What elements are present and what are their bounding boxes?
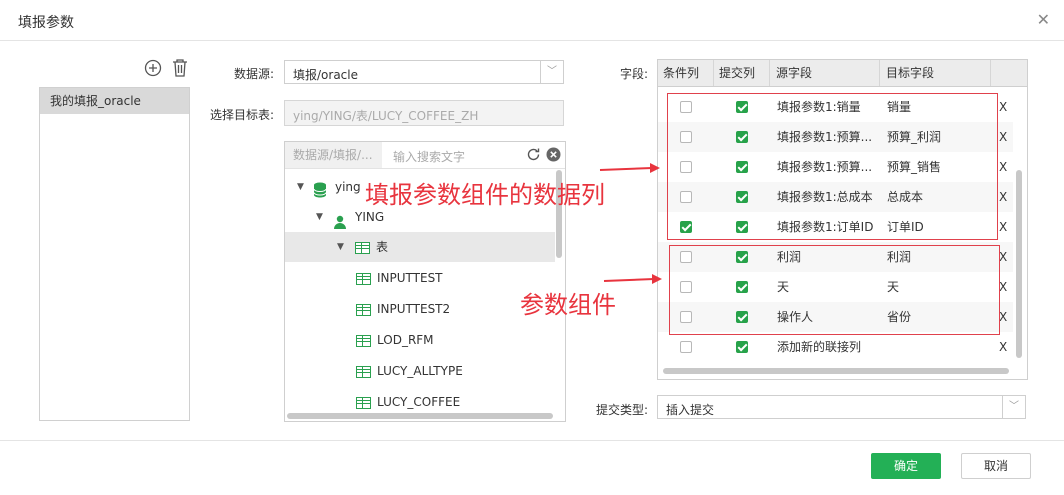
target-field-cell[interactable] [887,332,987,362]
arrow-icon [599,163,660,173]
clear-search-icon[interactable] [546,147,561,165]
submit-type-select[interactable]: 插入提交 ﹀ [657,395,1026,419]
cancel-button[interactable]: 取消 [961,453,1031,479]
grid-horizontal-scrollbar[interactable] [663,368,1009,374]
close-icon[interactable]: ✕ [1037,10,1050,29]
datasource-label: 数据源: [233,67,274,81]
tree-toolbar: 数据源/填报/... 输入搜索文字 [285,142,565,169]
chevron-down-icon[interactable]: ﹀ [540,61,563,83]
delete-row-icon[interactable]: X [999,152,1007,182]
table-icon [356,304,371,316]
caret-down-icon[interactable]: ▼ [297,172,304,202]
submit-type-label: 提交类型: [595,403,648,417]
caret-down-icon[interactable]: ▼ [337,232,344,262]
tree-node-table[interactable]: LOD_RFM [285,325,555,355]
table-icon [356,335,371,347]
chevron-down-icon[interactable]: ﹀ [1002,396,1025,418]
tree-breadcrumb[interactable]: 数据源/填报/... [285,142,382,168]
table-icon [356,397,371,409]
grid-header: 条件列 提交列 源字段 目标字段 [658,60,1027,87]
tree-node-table[interactable]: LUCY_ALLTYPE [285,356,555,386]
trash-icon[interactable] [172,59,188,80]
table-row: 添加新的联接列 X [658,332,1013,362]
delete-row-icon[interactable]: X [999,242,1007,272]
target-table-value: ying/YING/表/LUCY_COFFEE_ZH [293,109,479,123]
col-target-header: 目标字段 [880,60,991,86]
tree-node-label: INPUTTEST2 [377,302,451,316]
dialog-titlebar: 填报参数 ✕ [0,0,1064,41]
table-icon [356,273,371,285]
source-field-cell[interactable]: 添加新的联接列 [777,332,877,362]
col-source-header: 源字段 [770,60,880,86]
delete-row-icon[interactable]: X [999,122,1007,152]
tree-node-label: ying [335,180,361,194]
submit-checkbox[interactable] [736,341,748,353]
refresh-icon[interactable] [526,147,541,165]
tree-node-table[interactable]: INPUTTEST [285,263,555,293]
delete-row-icon[interactable]: X [999,272,1007,302]
delete-row-icon[interactable]: X [999,92,1007,122]
tree-node-label: LOD_RFM [377,333,434,347]
delete-row-icon[interactable]: X [999,212,1007,242]
tree-node-label: LUCY_ALLTYPE [377,364,463,378]
datasource-select[interactable]: 填报/oracle ﹀ [284,60,564,84]
tree-node-folder[interactable]: ▼ 表 [285,232,555,262]
fields-label: 字段: [619,67,648,81]
target-table-field: ying/YING/表/LUCY_COFFEE_ZH [284,100,564,126]
data-columns-highlight [667,93,998,240]
caret-down-icon[interactable]: ▼ [316,202,323,232]
tree-node-label: INPUTTEST [377,271,443,285]
condition-checkbox[interactable] [680,341,692,353]
annotation-param-component: 参数组件 [520,291,616,319]
grid-vertical-scrollbar[interactable] [1016,170,1022,358]
table-icon [356,366,371,378]
col-submit-header: 提交列 [714,60,770,86]
add-icon[interactable] [144,59,162,80]
target-table-label: 选择目标表: [209,108,274,122]
fill-params-dialog: 填报参数 ✕ 我的填报_oracle 数据源: 填报/oracle ﹀ 选择目标… [0,0,1064,495]
annotation-data-columns: 填报参数组件的数据列 [365,181,605,209]
delete-row-icon[interactable]: X [999,302,1007,332]
table-icon [355,242,370,254]
dialog-title: 填报参数 [18,15,74,31]
param-component-highlight [669,245,1000,335]
tree-node-label: 表 [376,240,389,254]
tree-node-table[interactable]: INPUTTEST2 [285,294,555,324]
fill-list-panel: 我的填报_oracle [39,87,190,421]
tree-search-input[interactable]: 输入搜索文字 [393,148,465,165]
delete-row-icon[interactable]: X [999,332,1007,362]
ok-button[interactable]: 确定 [871,453,941,479]
col-condition-header: 条件列 [658,60,714,86]
tree-horizontal-scrollbar[interactable] [287,413,553,419]
datasource-value: 填报/oracle [293,68,358,82]
submit-type-value: 插入提交 [666,403,715,417]
delete-row-icon[interactable]: X [999,182,1007,212]
fill-list-item[interactable]: 我的填报_oracle [40,88,189,114]
